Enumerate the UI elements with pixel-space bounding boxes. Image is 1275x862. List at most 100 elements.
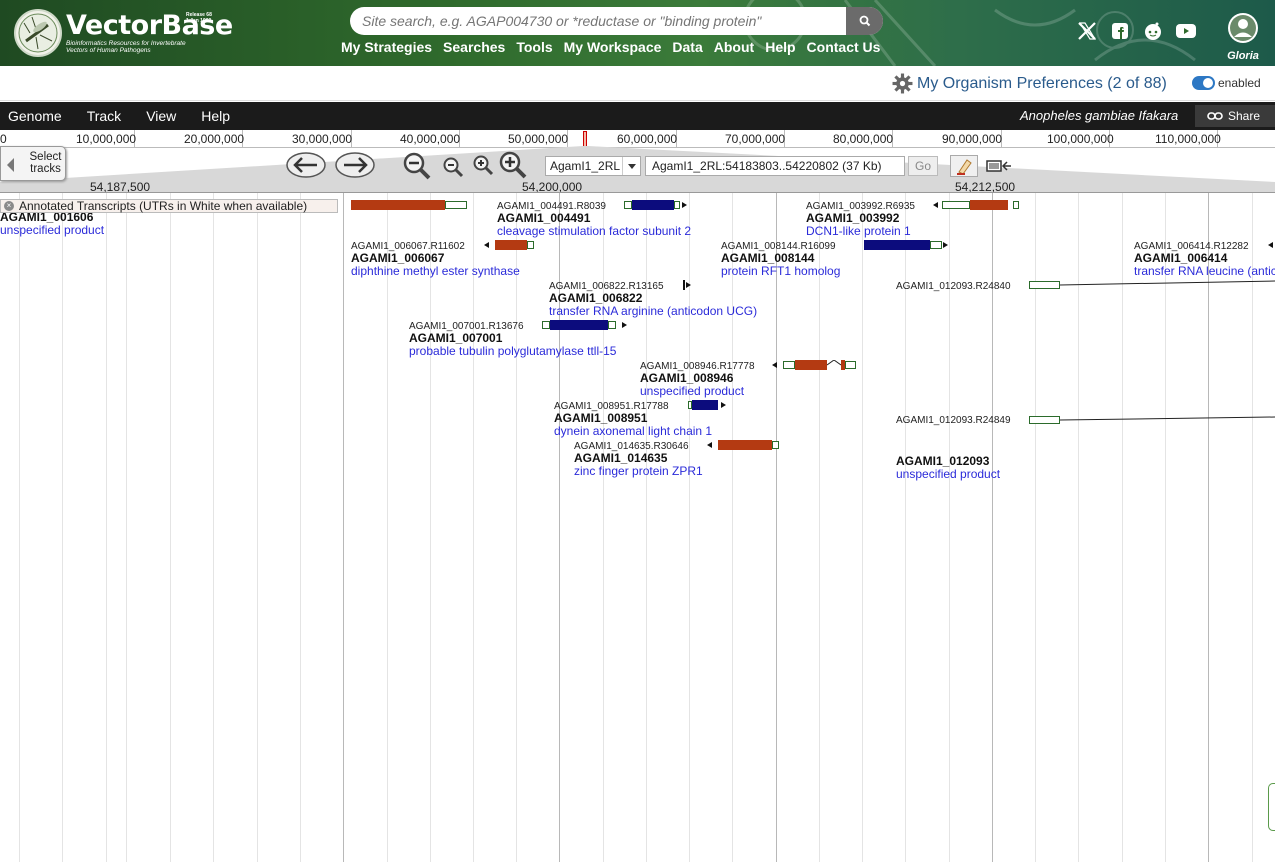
zoom-out-icon [443,157,464,178]
transcript-glyph[interactable] [683,280,695,290]
overview-tick: 110,000,000 [1155,132,1221,146]
menu-help[interactable]: Help [201,108,230,124]
search-button[interactable] [846,7,883,35]
menu-genome[interactable]: Genome [8,108,62,124]
overview-tick: 40,000,000 [400,132,461,146]
go-button[interactable]: Go [908,156,938,176]
track-area[interactable]: × Annotated Transcripts (UTRs in White w… [0,193,1275,862]
user-menu[interactable]: Gloria [1226,12,1260,62]
zoom-out-big-button[interactable] [402,151,432,181]
location-input[interactable] [645,156,905,176]
transcript-glyph[interactable] [484,240,534,250]
overview-tick: 90,000,000 [942,132,1003,146]
nav-contact-us[interactable]: Contact Us [807,39,881,55]
share-button[interactable]: Share [1195,105,1275,127]
zoom-in-icon [473,155,494,176]
zoom-out-small-button[interactable] [441,155,465,179]
overview-tick: 20,000,000 [184,132,245,146]
nav-my-workspace[interactable]: My Workspace [564,39,662,55]
link-icon [1207,112,1223,120]
toggle-switch[interactable] [1192,76,1215,90]
arrow-left-icon [286,152,326,178]
preferences-toggle[interactable]: enabled [1192,76,1261,90]
organism-preferences-bar: My Organism Preferences (2 of 88) enable… [0,66,1275,101]
user-name: Gloria [1227,50,1259,62]
feature-agami1-014635[interactable]: AGAMI1_014635.R30646 AGAMI1_014635 zinc … [574,441,703,478]
overview-tick: 70,000,000 [725,132,786,146]
transcript-glyph[interactable] [933,200,1019,210]
nav-data[interactable]: Data [672,39,702,55]
feature-agami1-012093[interactable]: AGAMI1_012093 unspecified product [896,455,1000,481]
overview-tick: 30,000,000 [292,132,353,146]
overview-tick: 0 [0,132,7,146]
feature-agami1-012093-r24840[interactable]: AGAMI1_012093.R24840 [896,281,1011,292]
highlighter-icon [957,159,972,175]
transcript-glyph[interactable] [351,200,467,210]
feature-agami1-008946[interactable]: AGAMI1_008946.R17778 AGAMI1_008946 unspe… [640,361,755,398]
select-tracks-button[interactable]: Select tracks [0,146,66,181]
nav-my-strategies[interactable]: My Strategies [341,39,432,55]
overview-tick: 100,000,000 [1047,132,1114,146]
user-avatar-icon [1228,13,1258,43]
transcript-glyph[interactable] [542,320,630,330]
feature-agami1-003992[interactable]: AGAMI1_003992.R6935 AGAMI1_003992 DCN1-l… [806,201,915,238]
zoom-out-icon [403,152,431,180]
zoom-in-icon [499,151,527,179]
chevron-down-icon [622,157,640,175]
transcript-glyph[interactable] [864,240,950,250]
menu-view[interactable]: View [146,108,176,124]
social-links [1076,20,1197,42]
overview-tick: 80,000,000 [833,132,894,146]
gear-icon [892,73,913,94]
youtube-icon[interactable] [1175,20,1197,42]
nav-help[interactable]: Help [765,39,795,55]
view-toggle-button[interactable] [984,155,1014,177]
overview-tick: 10,000,000 [76,132,137,146]
highlight-button[interactable] [950,155,978,177]
transcript-glyph[interactable] [688,400,728,410]
overview-tick: 50,000,000 [508,132,569,146]
track-label[interactable]: × Annotated Transcripts (UTRs in White w… [0,199,339,213]
overview-location-marker[interactable] [583,131,587,148]
x-icon[interactable] [1076,20,1098,42]
menu-track[interactable]: Track [87,108,121,124]
pan-left-button[interactable] [286,152,326,178]
zoom-in-big-button[interactable] [498,150,528,180]
transcript-glyph[interactable] [772,360,856,370]
feature-agami1-008144[interactable]: AGAMI1_008144.R16099 AGAMI1_008144 prote… [721,241,840,278]
chevron-left-icon [7,158,14,172]
nav-searches[interactable]: Searches [443,39,505,55]
reddit-icon[interactable] [1142,20,1164,42]
overview-tick: 60,000,000 [617,132,678,146]
reference-sequence-select[interactable]: AgamI1_2RL [545,156,641,176]
overview-ruler[interactable]: 0 10,000,000 20,000,000 30,000,000 40,00… [0,130,1275,148]
zoom-in-small-button[interactable] [471,153,495,177]
organism-preferences-link[interactable]: My Organism Preferences (2 of 88) [892,73,1167,94]
pan-right-button[interactable] [335,152,375,178]
toggle-label: enabled [1218,76,1261,90]
nav-tools[interactable]: Tools [516,39,552,55]
arrow-right-icon [335,152,375,178]
main-nav: My Strategies Searches Tools My Workspac… [341,39,891,55]
nav-about[interactable]: About [714,39,754,55]
transcript-glyph[interactable] [707,440,779,450]
transcript-glyph[interactable] [1268,240,1275,250]
feature-agami1-001606[interactable]: AGAMI1_001606 unspecified product [0,211,104,237]
transcript-glyph[interactable] [1029,280,1275,290]
transcript-glyph[interactable] [1029,415,1275,425]
close-icon[interactable]: × [4,201,14,211]
feature-agami1-006822[interactable]: AGAMI1_006822.R13165 AGAMI1_006822 trans… [549,281,757,318]
feature-agami1-006414[interactable]: AGAMI1_006414.R12282 AGAMI1_006414 trans… [1134,241,1275,278]
panel-icon [986,160,1011,172]
logo-tagline: Bioinformatics Resources for Invertebrat… [66,40,186,54]
site-search [350,7,883,35]
side-panel-handle[interactable] [1268,783,1275,831]
facebook-icon[interactable] [1109,20,1131,42]
feature-agami1-012093-r24849[interactable]: AGAMI1_012093.R24849 [896,415,1011,426]
site-search-input[interactable] [350,7,846,35]
search-icon [859,15,870,27]
transcript-glyph[interactable] [624,200,688,210]
site-header: VectorBase Bioinformatics Resources for … [0,0,1275,66]
dataset-name: Anopheles gambiae Ifakara [1020,108,1179,123]
release-info: Release 68 1 Jan 1900 [186,12,212,24]
